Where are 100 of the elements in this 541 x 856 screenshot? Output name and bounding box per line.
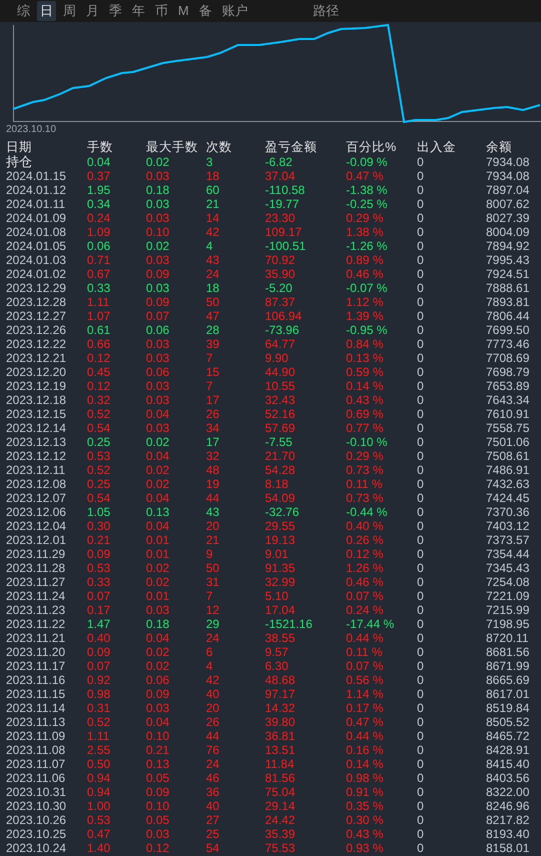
tab[interactable]: M (175, 1, 192, 21)
table-cell: -32.76 (265, 505, 300, 519)
table-cell: 2024.01.02 (6, 267, 66, 281)
table-cell: 109.17 (265, 225, 302, 239)
tab[interactable]: 账户 (218, 1, 251, 21)
table-cell: 0.73 % (346, 463, 384, 477)
table-cell: 0.07 (87, 659, 110, 673)
tab[interactable]: 备 (196, 1, 215, 21)
table-cell: 0 (417, 365, 424, 379)
table-cell: 0.11 % (346, 645, 382, 659)
table-cell: 0 (417, 491, 424, 505)
table-cell: 24 (206, 267, 220, 281)
table-cell: 0.66 (87, 337, 110, 351)
table-cell: 0.06 (146, 323, 170, 337)
table-cell: 48 (206, 463, 220, 477)
table-cell: 6 (206, 645, 213, 659)
table-cell: 0.29 % (346, 211, 384, 225)
table-cell: 0.09 (146, 687, 170, 701)
column-header[interactable]: 手数 (87, 140, 113, 155)
table-cell: 4 (206, 659, 213, 673)
column-header[interactable]: 最大手数 (146, 140, 198, 155)
table-cell: 0.84 % (346, 337, 384, 351)
column-header[interactable]: 盈亏金额 (265, 140, 317, 155)
table-cell: 15 (206, 365, 220, 379)
table-cell: 0.44 % (346, 631, 384, 645)
table-cell: 2023.11.13 (6, 715, 66, 729)
table-cell: 0.07 % (346, 659, 384, 673)
table-cell: 37.04 (265, 169, 296, 183)
table-cell: 0.45 (87, 365, 110, 379)
table-cell: -110.58 (265, 183, 305, 197)
table-cell: 0 (417, 715, 424, 729)
table-cell: -73.96 (265, 323, 300, 337)
table-cell: -0.25 % (346, 197, 388, 211)
table-cell: 19 (206, 477, 220, 491)
table-cell: 21.70 (265, 449, 296, 463)
table-cell: 8322.00 (486, 785, 530, 799)
table-cell: 32.99 (265, 575, 296, 589)
tab[interactable]: 周 (60, 1, 79, 21)
table-cell: 0 (417, 379, 424, 393)
table-cell: 2023.11.28 (6, 561, 66, 575)
table-cell: 2023.12.28 (6, 295, 66, 309)
column-header[interactable]: 出入金 (417, 140, 456, 155)
table-cell: 0.07 % (346, 589, 384, 603)
table-cell: 0.40 % (346, 519, 384, 533)
table-cell: 0.30 % (346, 813, 384, 827)
table-cell: 2023.11.24 (6, 589, 66, 603)
tab[interactable]: 月 (83, 1, 102, 21)
table-cell: 9.90 (265, 351, 288, 365)
table-cell: 0 (417, 631, 424, 645)
table-cell: 0 (417, 239, 424, 253)
table-cell: 0.02 (146, 645, 170, 659)
table-cell: 7 (206, 379, 213, 393)
table-cell: 2023.11.27 (6, 575, 66, 589)
table-cell: 2023.11.07 (6, 757, 66, 771)
table-cell: 0.93 % (346, 841, 384, 855)
tab[interactable]: 币 (152, 1, 171, 21)
column-header[interactable]: 百分比% (346, 140, 396, 155)
table-cell: 9.01 (265, 547, 288, 561)
table-cell: 54.28 (265, 463, 296, 477)
table-cell: 21 (206, 533, 220, 547)
table-cell: 0 (417, 477, 424, 491)
table-cell: 0.53 (87, 449, 110, 463)
table-cell: 17 (206, 435, 220, 449)
table-cell: 0.24 (87, 211, 110, 225)
table-cell: 0 (417, 617, 424, 631)
table-cell: 0.69 % (346, 407, 384, 421)
table-cell: 0.25 (87, 435, 110, 449)
table-cell: 2.55 (87, 743, 110, 757)
table-cell: 1.12 % (346, 295, 384, 309)
path-label[interactable]: 路径 (312, 1, 339, 21)
table-cell: 2023.11.23 (6, 603, 66, 617)
column-header[interactable]: 次数 (206, 140, 232, 155)
tab[interactable]: 季 (106, 1, 125, 21)
table-cell: 0.12 (87, 379, 110, 393)
tab[interactable]: 综 (14, 1, 33, 21)
table-cell: 7403.12 (486, 519, 530, 533)
table-cell: 9.57 (265, 645, 288, 659)
table-cell: 60 (206, 183, 220, 197)
table-cell: 29 (206, 617, 220, 631)
column-header[interactable]: 余额 (486, 140, 512, 155)
tab[interactable]: 年 (129, 1, 148, 21)
table-cell: 0 (417, 827, 424, 841)
table-cell: 0.03 (146, 337, 170, 351)
column-header[interactable]: 日期 (6, 140, 32, 155)
table-cell: 2023.10.31 (6, 785, 66, 799)
table-cell: 2023.10.25 (6, 827, 66, 841)
table-cell: 7486.91 (486, 463, 530, 477)
table-cell: 44 (206, 491, 220, 505)
table-cell: 2023.12.22 (6, 337, 66, 351)
table-cell: 0.54 (87, 421, 110, 435)
table-cell: 0.03 (146, 421, 170, 435)
table-cell: 34 (206, 421, 220, 435)
tab[interactable]: 日 (37, 1, 56, 21)
table-cell: 2023.10.24 (6, 841, 66, 855)
table-cell: 0.89 % (346, 253, 384, 267)
table-cell: 0.01 (146, 547, 170, 561)
table-cell: 0.05 (146, 771, 170, 785)
table-cell: 2023.12.21 (6, 351, 66, 365)
table-cell: 0.53 (87, 561, 110, 575)
table-cell: 5.10 (265, 589, 288, 603)
